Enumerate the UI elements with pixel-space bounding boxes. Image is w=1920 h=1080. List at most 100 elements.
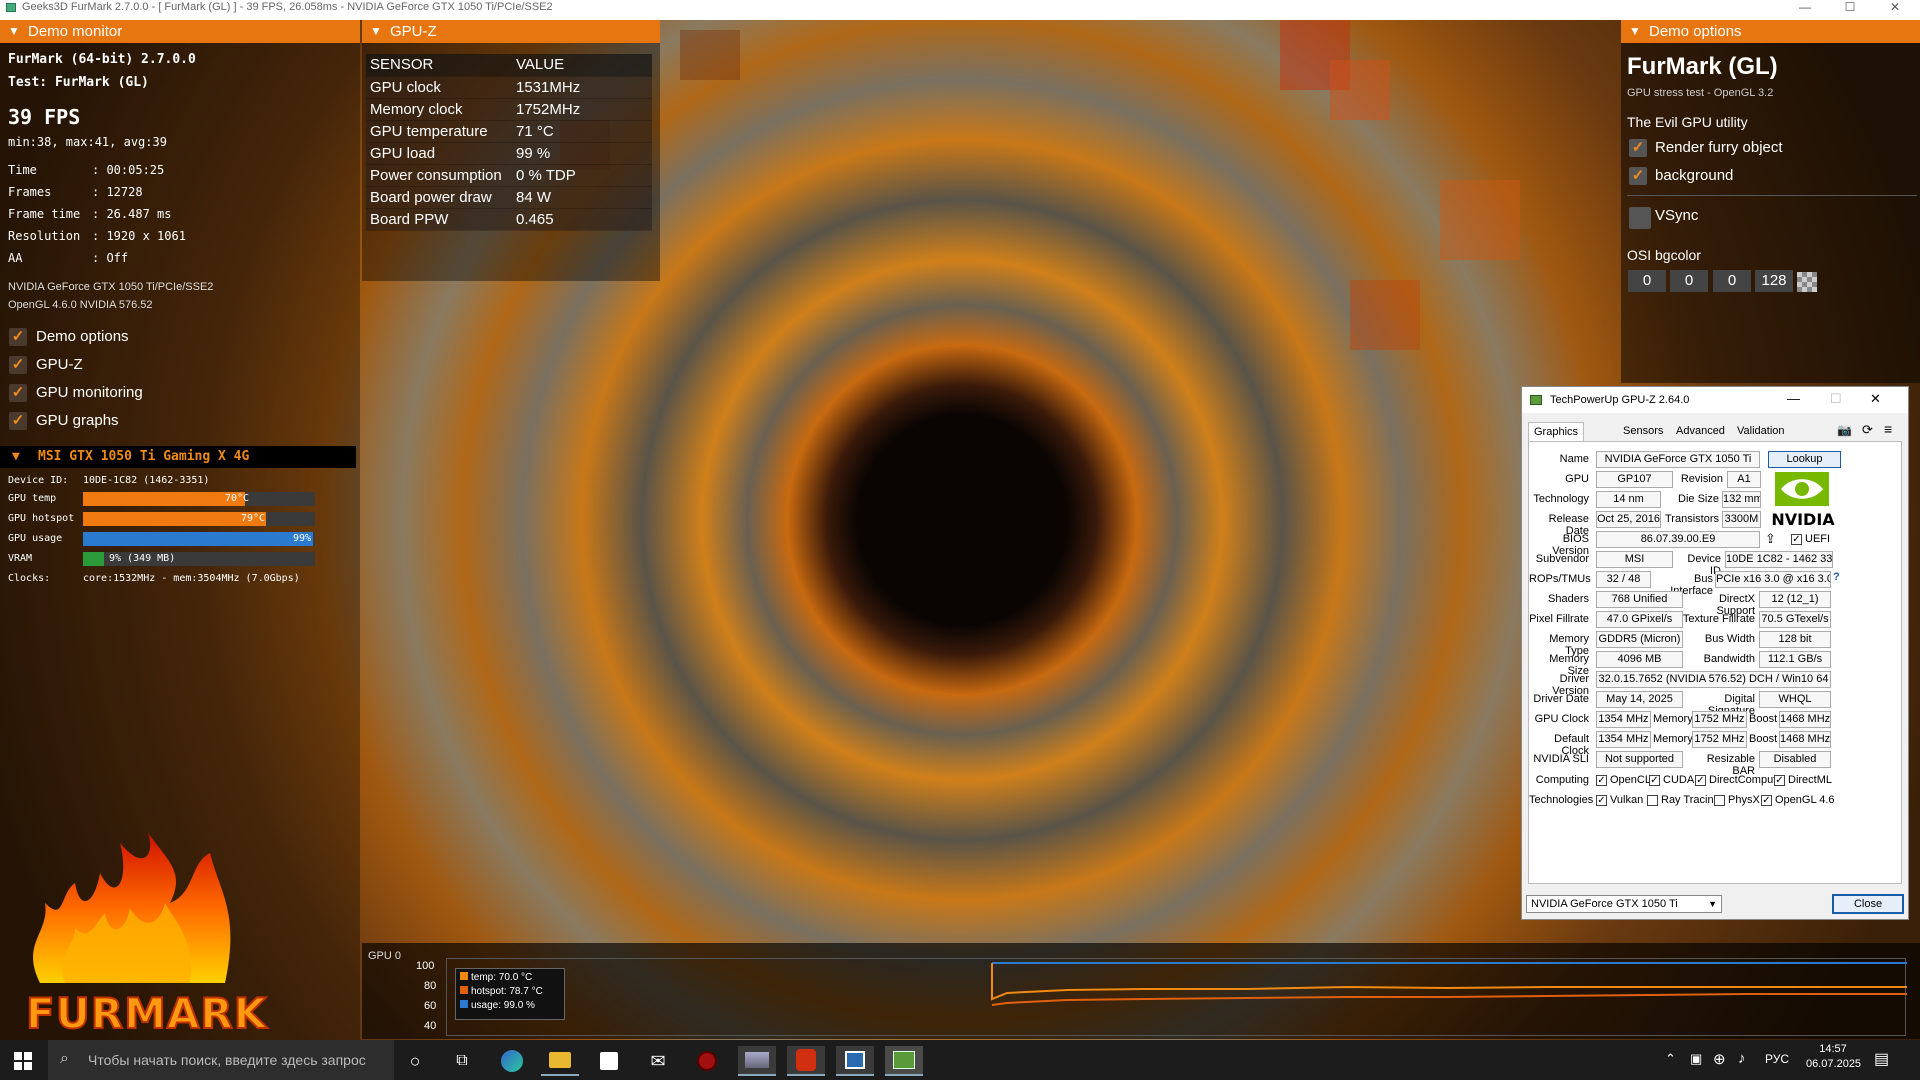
opengl-version: OpenGL 4.6.0 NVIDIA 576.52 bbox=[8, 299, 153, 311]
mail-icon[interactable]: ✉ bbox=[639, 1046, 677, 1076]
tab-sensors[interactable]: Sensors bbox=[1618, 422, 1668, 442]
search-placeholder: Чтобы начать поиск, введите здесь запрос bbox=[88, 1052, 366, 1068]
msi-gpu-header[interactable]: ▼ MSI GTX 1050 Ti Gaming X 4G bbox=[0, 446, 356, 468]
table-row: Board PPW 0.465 bbox=[366, 208, 652, 231]
cortana-icon[interactable]: ○ bbox=[396, 1046, 434, 1076]
vsync-checkbox[interactable]: ✓ bbox=[1629, 207, 1651, 229]
uefi-checkbox: ✓ bbox=[1791, 534, 1802, 545]
refresh-icon[interactable]: ⟳ bbox=[1862, 422, 1873, 438]
pixel-fillrate-label: Pixel Fillrate bbox=[1529, 613, 1589, 625]
texture-fillrate-label: Texture Fillrate bbox=[1682, 613, 1755, 625]
tab-graphics-card[interactable]: Graphics Card bbox=[1528, 422, 1585, 456]
subvendor-value: MSI bbox=[1596, 551, 1673, 568]
gpuz-minimize-button[interactable]: — bbox=[1787, 391, 1800, 406]
demo-monitor-header[interactable]: ▼ Demo monitor bbox=[0, 20, 360, 43]
physx-label: PhysX bbox=[1728, 794, 1760, 806]
demo-options-checkbox[interactable]: ✓ bbox=[9, 328, 27, 346]
gpu-monitoring-checkbox[interactable]: ✓ bbox=[9, 384, 27, 402]
osi-red-input[interactable]: 0 bbox=[1628, 270, 1666, 292]
gpuz-close-icon[interactable]: ✕ bbox=[1870, 391, 1881, 407]
gpu-value: GP107 bbox=[1596, 471, 1673, 488]
bios-value: 86.07.39.00.E9 bbox=[1596, 531, 1760, 548]
app-window-icon[interactable] bbox=[836, 1046, 874, 1076]
gpuz-window: TechPowerUp GPU-Z 2.64.0 — ☐ ✕ Graphics … bbox=[1521, 386, 1909, 920]
msi-afterburner-icon[interactable] bbox=[688, 1046, 726, 1076]
transistors-label: Transistors bbox=[1665, 513, 1719, 525]
graph-title: GPU 0 bbox=[368, 950, 402, 962]
start-button[interactable] bbox=[4, 1046, 42, 1076]
driver-date-label: Driver Date bbox=[1533, 693, 1589, 705]
sensor-value: 0.465 bbox=[512, 208, 652, 231]
furmark-app: Geeks3D FurMark 2.7.0.0 - [ FurMark (GL)… bbox=[0, 0, 1920, 1080]
edge-icon[interactable] bbox=[493, 1046, 531, 1076]
stat-row: AA: Off bbox=[8, 251, 129, 265]
task-view-icon[interactable]: ⧉ bbox=[443, 1046, 481, 1076]
gpu-monitor-taskbar-icon[interactable] bbox=[885, 1046, 923, 1076]
demo-monitor-panel: FurMark (64-bit) 2.7.0.0 Test: FurMark (… bbox=[0, 43, 360, 1043]
help-icon[interactable]: ? bbox=[1833, 571, 1840, 583]
close-window-button[interactable]: ✕ bbox=[1880, 0, 1910, 14]
notifications-icon[interactable]: ▤ bbox=[1874, 1049, 1889, 1069]
background-checkbox[interactable]: ✓ bbox=[1629, 167, 1647, 185]
gpu-usage-bar: 99% bbox=[83, 532, 315, 546]
share-icon[interactable]: ⇪ bbox=[1765, 531, 1776, 547]
maximize-button[interactable]: ☐ bbox=[1835, 0, 1865, 14]
tab-advanced[interactable]: Advanced bbox=[1671, 422, 1730, 442]
resizable-bar-value: Disabled bbox=[1759, 751, 1831, 768]
clock[interactable]: 14:57 06.07.2025 bbox=[1806, 1043, 1861, 1070]
gpuz-overlay-header[interactable]: ▼ GPU-Z bbox=[362, 20, 660, 43]
menu-icon[interactable]: ≡ bbox=[1884, 421, 1892, 437]
network-globe-icon[interactable]: ⊕ bbox=[1713, 1050, 1726, 1068]
sensor-column-header: SENSOR bbox=[366, 54, 512, 77]
technology-value: 14 nm bbox=[1596, 491, 1661, 508]
lookup-button[interactable]: Lookup bbox=[1768, 451, 1841, 468]
windows-taskbar: ⌕ Чтобы начать поиск, введите здесь запр… bbox=[0, 1040, 1920, 1080]
gpuz-maximize-button[interactable]: ☐ bbox=[1830, 391, 1842, 407]
sensor-name: Board PPW bbox=[366, 208, 512, 231]
clocks-label: Clocks: bbox=[8, 573, 51, 584]
search-box[interactable]: ⌕ Чтобы начать поиск, введите здесь запр… bbox=[48, 1040, 394, 1080]
divider bbox=[1627, 195, 1917, 196]
boost-label: Boost bbox=[1749, 713, 1778, 725]
close-button[interactable]: Close bbox=[1832, 894, 1904, 914]
color-swatch[interactable] bbox=[1797, 272, 1817, 292]
gpu-temp-fill bbox=[83, 492, 246, 506]
osi-green-input[interactable]: 0 bbox=[1670, 270, 1708, 292]
minimize-button[interactable]: — bbox=[1790, 0, 1820, 14]
bandwidth-label: Bandwidth bbox=[1703, 653, 1755, 665]
chevron-up-icon[interactable]: ⌃ bbox=[1665, 1051, 1676, 1067]
store-icon[interactable] bbox=[590, 1046, 628, 1076]
osi-blue-input[interactable]: 0 bbox=[1713, 270, 1751, 292]
table-row: Power consumption 0 % TDP bbox=[366, 164, 652, 187]
gpu-temp-bar: 70°C bbox=[83, 492, 315, 506]
furmark-app-icon bbox=[6, 3, 16, 12]
directml-checkbox: ✓ bbox=[1774, 775, 1785, 786]
render-furry-checkbox[interactable]: ✓ bbox=[1629, 139, 1647, 157]
vsync-label: VSync bbox=[1655, 207, 1699, 224]
gpu-hotspot-fill bbox=[83, 512, 267, 526]
demo-options-panel: FurMark (GL) GPU stress test - OpenGL 3.… bbox=[1621, 43, 1920, 383]
tab-validation[interactable]: Validation bbox=[1732, 422, 1790, 442]
gpu-graphs-checkbox[interactable]: ✓ bbox=[9, 412, 27, 430]
gpu-graphs-label: GPU graphs bbox=[36, 412, 119, 429]
technology-label: Technology bbox=[1533, 493, 1589, 505]
gpuz-checkbox[interactable]: ✓ bbox=[9, 356, 27, 374]
osi-alpha-input[interactable]: 128 bbox=[1755, 270, 1793, 292]
language-indicator[interactable]: РУС bbox=[1765, 1052, 1789, 1066]
furmark-taskbar-icon[interactable] bbox=[787, 1046, 825, 1076]
camera-icon[interactable]: 📷 bbox=[1837, 423, 1852, 437]
gpu-graph-panel: GPU 0 100 80 60 40 temp: 70.0 °C hotspot… bbox=[362, 943, 1920, 1039]
demo-subtitle: GPU stress test - OpenGL 3.2 bbox=[1627, 87, 1774, 99]
bus-interface-value: PCIe x16 3.0 @ x16 3.0 bbox=[1715, 571, 1831, 588]
gpu-select-dropdown[interactable]: NVIDIA GeForce GTX 1050 Ti ▼ bbox=[1526, 895, 1722, 913]
network-device-icon[interactable]: ▣ bbox=[1690, 1051, 1702, 1067]
demo-options-header[interactable]: ▼ Demo options bbox=[1621, 20, 1920, 43]
demo-title: FurMark (GL) bbox=[1627, 53, 1778, 80]
fps-readout: 39 FPS bbox=[8, 105, 81, 129]
file-explorer-icon[interactable] bbox=[541, 1046, 579, 1076]
sensor-value: 84 W bbox=[512, 186, 652, 209]
volume-icon[interactable]: ♪ bbox=[1738, 1050, 1746, 1067]
memory-size-value: 4096 MB bbox=[1596, 651, 1683, 668]
gpuz-taskbar-icon[interactable] bbox=[738, 1046, 776, 1076]
shaders-value: 768 Unified bbox=[1596, 591, 1683, 608]
